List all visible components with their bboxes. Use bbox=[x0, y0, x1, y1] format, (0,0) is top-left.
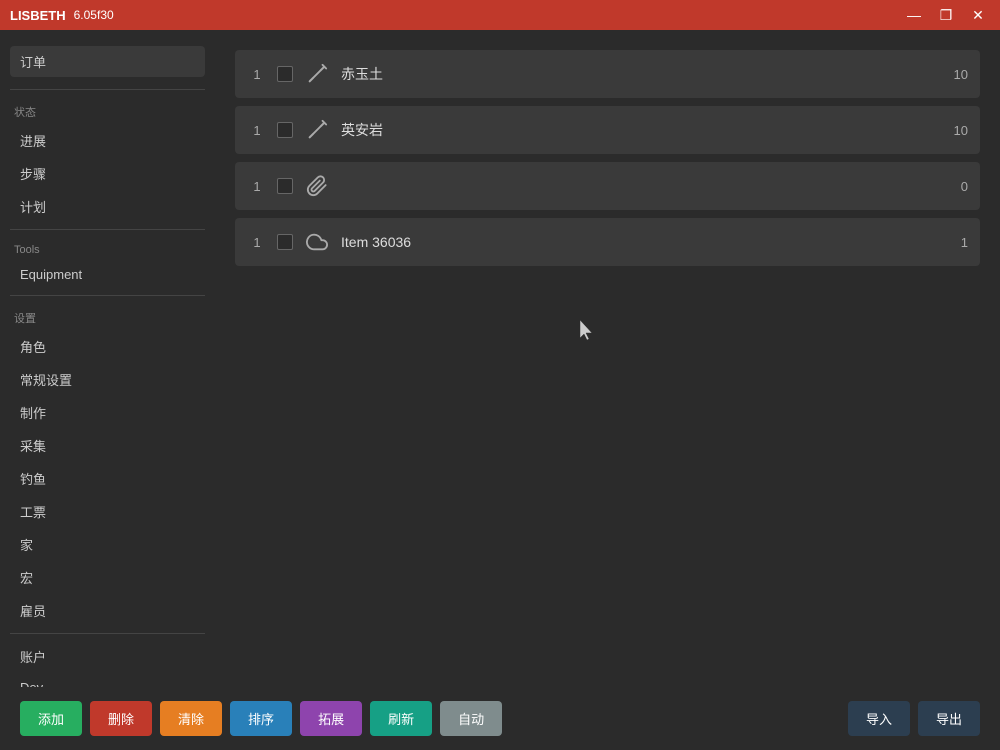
item-count-2: 0 bbox=[938, 179, 968, 194]
auto-button[interactable]: 自动 bbox=[440, 701, 502, 736]
app-version: 6.05f30 bbox=[74, 8, 114, 22]
restore-button[interactable]: ❐ bbox=[934, 3, 958, 27]
delete-button[interactable]: 删除 bbox=[90, 701, 152, 736]
titlebar-left: LISBETH 6.05f30 bbox=[10, 8, 114, 23]
sidebar-item-fishing[interactable]: 钓鱼 bbox=[6, 463, 209, 494]
item-qty-0: 1 bbox=[247, 67, 267, 82]
table-row: 1 赤玉土 10 bbox=[235, 50, 980, 98]
sidebar-item-steps[interactable]: 步骤 bbox=[6, 158, 209, 189]
add-button[interactable]: 添加 bbox=[20, 701, 82, 736]
titlebar-controls: — ❐ ✕ bbox=[902, 3, 990, 27]
table-row: 1 Item 36036 1 bbox=[235, 218, 980, 266]
app-name: LISBETH bbox=[10, 8, 66, 23]
sidebar-item-craft[interactable]: 制作 bbox=[6, 397, 209, 428]
bottom-toolbar: 添加 删除 清除 排序 拓展 刷新 自动 导入 导出 bbox=[0, 687, 1000, 750]
item-qty-1: 1 bbox=[247, 123, 267, 138]
sidebar-divider-1 bbox=[10, 89, 205, 90]
sidebar-section-status: 状态 bbox=[0, 96, 215, 124]
item-count-0: 10 bbox=[938, 67, 968, 82]
sidebar-divider-4 bbox=[10, 633, 205, 634]
sidebar-item-progress[interactable]: 进展 bbox=[6, 125, 209, 156]
import-button[interactable]: 导入 bbox=[848, 701, 910, 736]
titlebar: LISBETH 6.05f30 — ❐ ✕ bbox=[0, 0, 1000, 30]
item-count-1: 10 bbox=[938, 123, 968, 138]
sidebar-order-button[interactable]: 订单 bbox=[10, 46, 205, 77]
table-row: 1 0 bbox=[235, 162, 980, 210]
sidebar-item-ticket[interactable]: 工票 bbox=[6, 496, 209, 527]
main-layout: 订单 状态 进展 步骤 计划 Tools Equipment 设置 角色 常规设… bbox=[0, 30, 1000, 687]
clear-button[interactable]: 清除 bbox=[160, 701, 222, 736]
sidebar-item-macro[interactable]: 宏 bbox=[6, 562, 209, 593]
item-name-0: 赤玉土 bbox=[341, 64, 928, 84]
item-checkbox-0[interactable] bbox=[277, 66, 293, 82]
content-area: 1 赤玉土 10 1 bbox=[215, 30, 1000, 687]
pickaxe-icon-0 bbox=[303, 60, 331, 88]
expand-button[interactable]: 拓展 bbox=[300, 701, 362, 736]
item-checkbox-2[interactable] bbox=[277, 178, 293, 194]
sidebar-item-equipment[interactable]: Equipment bbox=[6, 261, 209, 288]
item-name-1: 英安岩 bbox=[341, 120, 928, 140]
sidebar-item-plan[interactable]: 计划 bbox=[6, 191, 209, 222]
sidebar-item-home[interactable]: 家 bbox=[6, 529, 209, 560]
sidebar-section-tools: Tools bbox=[0, 236, 215, 260]
sidebar-item-role[interactable]: 角色 bbox=[6, 331, 209, 362]
sidebar-item-dev[interactable]: Dev bbox=[6, 674, 209, 687]
item-name-3: Item 36036 bbox=[341, 234, 928, 250]
sidebar-divider-3 bbox=[10, 295, 205, 296]
pickaxe-icon-1 bbox=[303, 116, 331, 144]
cloud-icon bbox=[303, 228, 331, 256]
sidebar-item-gather[interactable]: 采集 bbox=[6, 430, 209, 461]
sidebar-item-account[interactable]: 账户 bbox=[6, 641, 209, 672]
sort-button[interactable]: 排序 bbox=[230, 701, 292, 736]
sidebar-section-settings: 设置 bbox=[0, 302, 215, 330]
sidebar: 订单 状态 进展 步骤 计划 Tools Equipment 设置 角色 常规设… bbox=[0, 30, 215, 687]
item-checkbox-1[interactable] bbox=[277, 122, 293, 138]
close-button[interactable]: ✕ bbox=[966, 3, 990, 27]
sidebar-item-general[interactable]: 常规设置 bbox=[6, 364, 209, 395]
items-list: 1 赤玉土 10 1 bbox=[235, 50, 980, 667]
item-qty-2: 1 bbox=[247, 179, 267, 194]
item-count-3: 1 bbox=[938, 235, 968, 250]
sidebar-item-employee[interactable]: 雇员 bbox=[6, 595, 209, 626]
item-qty-3: 1 bbox=[247, 235, 267, 250]
table-row: 1 英安岩 10 bbox=[235, 106, 980, 154]
sidebar-divider-2 bbox=[10, 229, 205, 230]
refresh-button[interactable]: 刷新 bbox=[370, 701, 432, 736]
item-checkbox-3[interactable] bbox=[277, 234, 293, 250]
minimize-button[interactable]: — bbox=[902, 3, 926, 27]
paperclip-icon bbox=[303, 172, 331, 200]
export-button[interactable]: 导出 bbox=[918, 701, 980, 736]
